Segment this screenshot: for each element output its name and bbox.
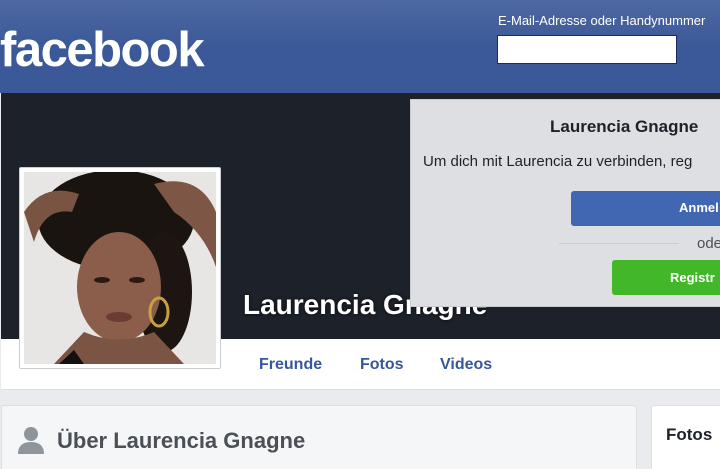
login-prompt-card: Laurencia Gnagne Um dich mit Laurencia z… bbox=[410, 99, 720, 307]
divider bbox=[559, 243, 679, 244]
person-icon bbox=[18, 427, 44, 454]
top-header: facebook E-Mail-Adresse oder Handynummer bbox=[0, 0, 720, 93]
profile-photo-image bbox=[24, 172, 216, 364]
tab-friends[interactable]: Freunde bbox=[259, 356, 322, 374]
login-button[interactable]: Anmel bbox=[571, 191, 720, 226]
profile-picture[interactable] bbox=[19, 167, 221, 369]
tab-videos[interactable]: Videos bbox=[440, 356, 492, 374]
facebook-logo[interactable]: facebook bbox=[0, 22, 205, 78]
about-section: Über Laurencia Gnagne bbox=[1, 405, 637, 469]
register-button[interactable]: Registr bbox=[612, 260, 720, 295]
email-or-phone-input[interactable] bbox=[497, 35, 677, 64]
prompt-title: Laurencia Gnagne bbox=[550, 117, 699, 136]
photos-section: Fotos bbox=[651, 405, 720, 469]
tab-photos[interactable]: Fotos bbox=[360, 356, 404, 374]
photos-title[interactable]: Fotos bbox=[666, 425, 712, 445]
login-email-label: E-Mail-Adresse oder Handynummer bbox=[498, 13, 706, 28]
or-label: ode bbox=[697, 235, 720, 252]
prompt-text: Um dich mit Laurencia zu verbinden, reg bbox=[423, 153, 693, 170]
about-title: Über Laurencia Gnagne bbox=[57, 428, 306, 453]
